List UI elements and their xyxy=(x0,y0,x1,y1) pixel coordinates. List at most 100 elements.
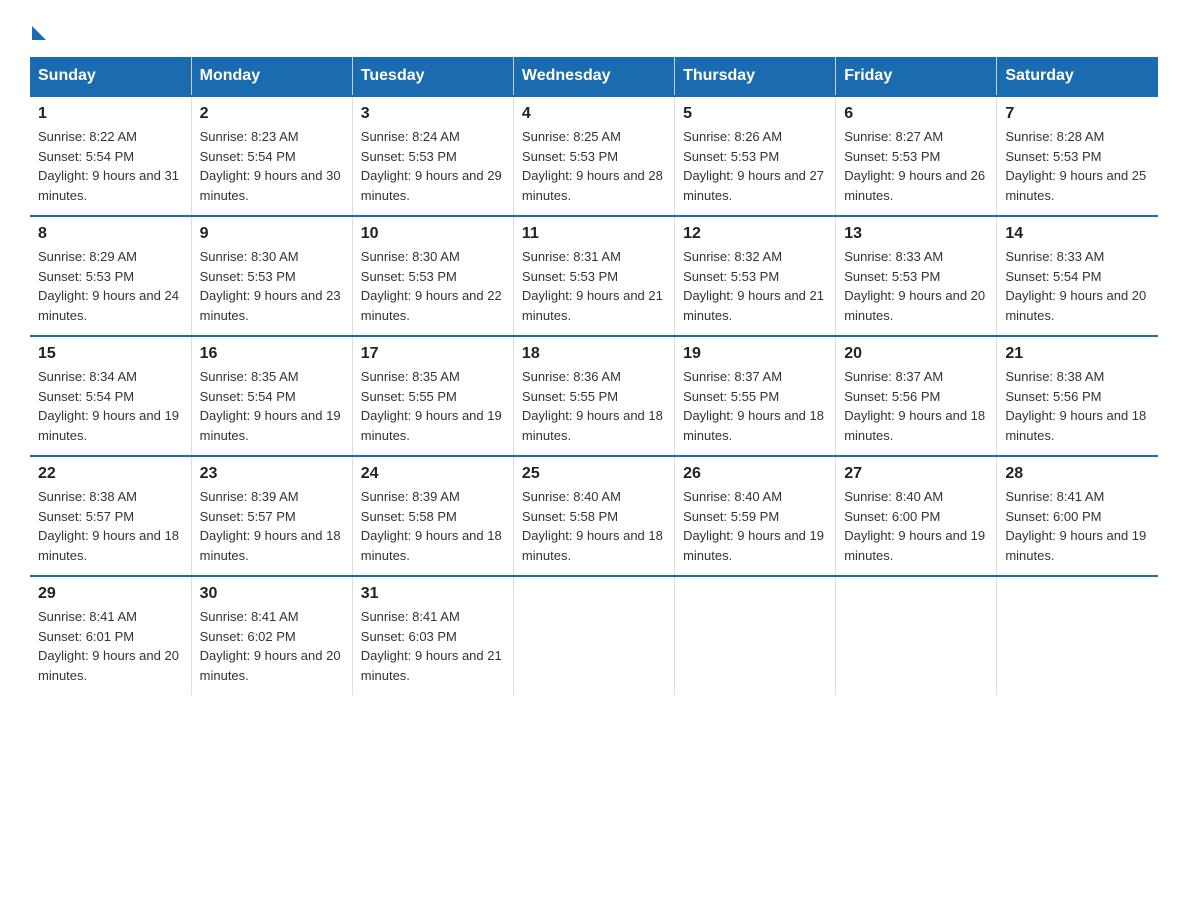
week-row-2: 8 Sunrise: 8:29 AMSunset: 5:53 PMDaylight… xyxy=(30,216,1158,336)
day-info: Sunrise: 8:24 AMSunset: 5:53 PMDaylight:… xyxy=(361,127,505,205)
calendar-cell xyxy=(513,576,674,695)
day-number: 30 xyxy=(200,585,344,603)
calendar-cell: 30 Sunrise: 8:41 AMSunset: 6:02 PMDayligh… xyxy=(191,576,352,695)
calendar-cell: 22 Sunrise: 8:38 AMSunset: 5:57 PMDayligh… xyxy=(30,456,191,576)
calendar-cell: 5 Sunrise: 8:26 AMSunset: 5:53 PMDaylight… xyxy=(675,96,836,216)
day-header-monday: Monday xyxy=(191,57,352,96)
day-info: Sunrise: 8:30 AMSunset: 5:53 PMDaylight:… xyxy=(200,247,344,325)
day-info: Sunrise: 8:38 AMSunset: 5:57 PMDaylight:… xyxy=(38,487,183,565)
calendar-cell: 11 Sunrise: 8:31 AMSunset: 5:53 PMDayligh… xyxy=(513,216,674,336)
day-number: 1 xyxy=(38,105,183,123)
calendar-cell: 3 Sunrise: 8:24 AMSunset: 5:53 PMDaylight… xyxy=(352,96,513,216)
day-number: 26 xyxy=(683,465,827,483)
logo xyxy=(30,20,46,47)
day-header-tuesday: Tuesday xyxy=(352,57,513,96)
day-headers-row: SundayMondayTuesdayWednesdayThursdayFrid… xyxy=(30,57,1158,96)
day-number: 23 xyxy=(200,465,344,483)
day-info: Sunrise: 8:35 AMSunset: 5:55 PMDaylight:… xyxy=(361,367,505,445)
day-number: 13 xyxy=(844,225,988,243)
day-number: 18 xyxy=(522,345,666,363)
day-number: 12 xyxy=(683,225,827,243)
calendar-cell: 18 Sunrise: 8:36 AMSunset: 5:55 PMDayligh… xyxy=(513,336,674,456)
calendar-cell xyxy=(997,576,1158,695)
day-number: 8 xyxy=(38,225,183,243)
calendar-cell: 31 Sunrise: 8:41 AMSunset: 6:03 PMDayligh… xyxy=(352,576,513,695)
calendar-cell xyxy=(836,576,997,695)
day-info: Sunrise: 8:34 AMSunset: 5:54 PMDaylight:… xyxy=(38,367,183,445)
day-number: 16 xyxy=(200,345,344,363)
calendar-cell: 6 Sunrise: 8:27 AMSunset: 5:53 PMDaylight… xyxy=(836,96,997,216)
day-number: 7 xyxy=(1005,105,1150,123)
day-info: Sunrise: 8:33 AMSunset: 5:54 PMDaylight:… xyxy=(1005,247,1150,325)
day-info: Sunrise: 8:27 AMSunset: 5:53 PMDaylight:… xyxy=(844,127,988,205)
day-header-friday: Friday xyxy=(836,57,997,96)
day-number: 4 xyxy=(522,105,666,123)
day-info: Sunrise: 8:41 AMSunset: 6:00 PMDaylight:… xyxy=(1005,487,1150,565)
day-number: 27 xyxy=(844,465,988,483)
day-info: Sunrise: 8:26 AMSunset: 5:53 PMDaylight:… xyxy=(683,127,827,205)
calendar-cell: 13Sunrise: 8:33 AMSunset: 5:53 PMDayligh… xyxy=(836,216,997,336)
calendar-cell: 27Sunrise: 8:40 AMSunset: 6:00 PMDayligh… xyxy=(836,456,997,576)
day-number: 10 xyxy=(361,225,505,243)
day-info: Sunrise: 8:29 AMSunset: 5:53 PMDaylight:… xyxy=(38,247,183,325)
calendar-cell: 26 Sunrise: 8:40 AMSunset: 5:59 PMDayligh… xyxy=(675,456,836,576)
day-info: Sunrise: 8:36 AMSunset: 5:55 PMDaylight:… xyxy=(522,367,666,445)
calendar-cell: 8 Sunrise: 8:29 AMSunset: 5:53 PMDaylight… xyxy=(30,216,191,336)
week-row-1: 1 Sunrise: 8:22 AMSunset: 5:54 PMDaylight… xyxy=(30,96,1158,216)
calendar-cell: 4 Sunrise: 8:25 AMSunset: 5:53 PMDaylight… xyxy=(513,96,674,216)
day-number: 3 xyxy=(361,105,505,123)
day-number: 17 xyxy=(361,345,505,363)
calendar-cell: 25 Sunrise: 8:40 AMSunset: 5:58 PMDayligh… xyxy=(513,456,674,576)
day-number: 2 xyxy=(200,105,344,123)
calendar-cell: 17 Sunrise: 8:35 AMSunset: 5:55 PMDayligh… xyxy=(352,336,513,456)
calendar-cell: 16Sunrise: 8:35 AMSunset: 5:54 PMDayligh… xyxy=(191,336,352,456)
day-number: 22 xyxy=(38,465,183,483)
day-info: Sunrise: 8:40 AMSunset: 5:58 PMDaylight:… xyxy=(522,487,666,565)
day-number: 20 xyxy=(844,345,988,363)
day-info: Sunrise: 8:25 AMSunset: 5:53 PMDaylight:… xyxy=(522,127,666,205)
day-info: Sunrise: 8:40 AMSunset: 5:59 PMDaylight:… xyxy=(683,487,827,565)
day-info: Sunrise: 8:32 AMSunset: 5:53 PMDaylight:… xyxy=(683,247,827,325)
calendar-table: SundayMondayTuesdayWednesdayThursdayFrid… xyxy=(30,57,1158,695)
day-info: Sunrise: 8:37 AMSunset: 5:56 PMDaylight:… xyxy=(844,367,988,445)
day-info: Sunrise: 8:23 AMSunset: 5:54 PMDaylight:… xyxy=(200,127,344,205)
calendar-cell: 24Sunrise: 8:39 AMSunset: 5:58 PMDayligh… xyxy=(352,456,513,576)
calendar-cell: 14 Sunrise: 8:33 AMSunset: 5:54 PMDayligh… xyxy=(997,216,1158,336)
calendar-cell: 1 Sunrise: 8:22 AMSunset: 5:54 PMDaylight… xyxy=(30,96,191,216)
day-info: Sunrise: 8:31 AMSunset: 5:53 PMDaylight:… xyxy=(522,247,666,325)
day-number: 14 xyxy=(1005,225,1150,243)
day-info: Sunrise: 8:39 AMSunset: 5:57 PMDaylight:… xyxy=(200,487,344,565)
day-info: Sunrise: 8:22 AMSunset: 5:54 PMDaylight:… xyxy=(38,127,183,205)
calendar-cell: 19 Sunrise: 8:37 AMSunset: 5:55 PMDayligh… xyxy=(675,336,836,456)
day-number: 6 xyxy=(844,105,988,123)
page-header xyxy=(30,20,1158,47)
day-number: 21 xyxy=(1005,345,1150,363)
calendar-cell: 23 Sunrise: 8:39 AMSunset: 5:57 PMDayligh… xyxy=(191,456,352,576)
day-number: 25 xyxy=(522,465,666,483)
day-number: 19 xyxy=(683,345,827,363)
day-number: 11 xyxy=(522,225,666,243)
calendar-cell: 20 Sunrise: 8:37 AMSunset: 5:56 PMDayligh… xyxy=(836,336,997,456)
day-number: 15 xyxy=(38,345,183,363)
calendar-cell: 2 Sunrise: 8:23 AMSunset: 5:54 PMDaylight… xyxy=(191,96,352,216)
day-number: 28 xyxy=(1005,465,1150,483)
calendar-cell: 29Sunrise: 8:41 AMSunset: 6:01 PMDayligh… xyxy=(30,576,191,695)
day-info: Sunrise: 8:41 AMSunset: 6:03 PMDaylight:… xyxy=(361,607,505,685)
week-row-3: 15 Sunrise: 8:34 AMSunset: 5:54 PMDayligh… xyxy=(30,336,1158,456)
calendar-cell: 10 Sunrise: 8:30 AMSunset: 5:53 PMDayligh… xyxy=(352,216,513,336)
day-info: Sunrise: 8:38 AMSunset: 5:56 PMDaylight:… xyxy=(1005,367,1150,445)
day-header-thursday: Thursday xyxy=(675,57,836,96)
calendar-cell: 9Sunrise: 8:30 AMSunset: 5:53 PMDaylight… xyxy=(191,216,352,336)
day-number: 31 xyxy=(361,585,505,603)
day-info: Sunrise: 8:41 AMSunset: 6:02 PMDaylight:… xyxy=(200,607,344,685)
calendar-cell: 7Sunrise: 8:28 AMSunset: 5:53 PMDaylight… xyxy=(997,96,1158,216)
day-number: 5 xyxy=(683,105,827,123)
calendar-body: 1 Sunrise: 8:22 AMSunset: 5:54 PMDaylight… xyxy=(30,96,1158,695)
day-info: Sunrise: 8:30 AMSunset: 5:53 PMDaylight:… xyxy=(361,247,505,325)
calendar-cell: 28 Sunrise: 8:41 AMSunset: 6:00 PMDayligh… xyxy=(997,456,1158,576)
logo-triangle-icon xyxy=(32,26,46,40)
calendar-cell xyxy=(675,576,836,695)
day-info: Sunrise: 8:37 AMSunset: 5:55 PMDaylight:… xyxy=(683,367,827,445)
day-header-saturday: Saturday xyxy=(997,57,1158,96)
day-header-wednesday: Wednesday xyxy=(513,57,674,96)
